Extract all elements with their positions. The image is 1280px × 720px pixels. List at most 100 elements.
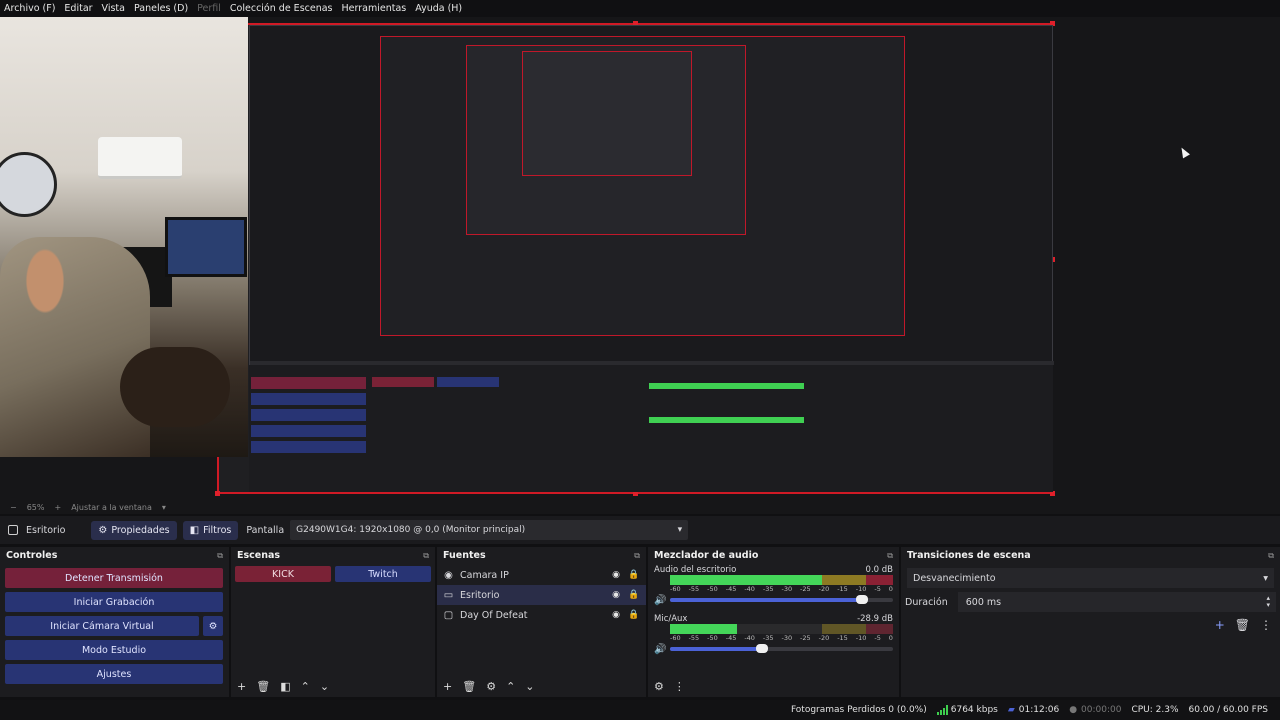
signal-icon — [936, 705, 948, 715]
undock-icon[interactable]: ⧉ — [423, 551, 429, 561]
undock-icon[interactable]: ⧉ — [1268, 551, 1274, 561]
menu-archivo[interactable]: Archivo (F) — [4, 3, 55, 14]
menu-vista[interactable]: Vista — [102, 3, 125, 14]
webcam-feed — [0, 17, 248, 457]
filters-label: Filtros — [203, 524, 232, 536]
settings-button[interactable]: Ajustes — [5, 664, 223, 684]
lock-icon[interactable]: 🔒 — [628, 570, 640, 580]
eye-icon[interactable]: ◉ — [610, 590, 622, 600]
source-row[interactable]: ▢ Day Of Defeat ◉ 🔒 — [437, 605, 646, 625]
scene-filters-icon[interactable]: ◧ — [280, 680, 290, 693]
screen-label: Pantalla — [246, 524, 285, 536]
eye-icon[interactable]: ◉ — [610, 570, 622, 580]
source-toolbar: Esritorio ⚙ Propiedades ◧ Filtros Pantal… — [0, 516, 1280, 544]
mouse-cursor-icon — [1178, 145, 1190, 159]
source-row[interactable]: ▭ Esritorio ◉ 🔒 — [437, 585, 646, 605]
arrow-down-icon[interactable]: ⌄ — [320, 680, 329, 693]
lock-icon[interactable]: 🔒 — [628, 590, 640, 600]
undock-icon[interactable]: ⧉ — [887, 551, 893, 561]
stream-time: ▰ 01:12:06 — [1008, 705, 1059, 715]
cpu-usage: CPU: 2.3% — [1131, 705, 1179, 715]
add-scene-icon[interactable]: + — [237, 680, 246, 693]
volume-meter — [670, 624, 893, 634]
zoom-out-icon[interactable]: − — [10, 503, 17, 512]
nested-preview-inner-3 — [522, 51, 692, 176]
start-recording-button[interactable]: Iniciar Grabación — [5, 592, 223, 612]
add-transition-icon[interactable]: + — [1215, 618, 1225, 632]
controls-title: Controles — [6, 550, 58, 561]
selected-source-frame[interactable] — [215, 21, 1055, 496]
menu-perfil[interactable]: Perfil — [197, 3, 221, 14]
chevron-down-icon: ▾ — [1263, 572, 1268, 584]
bitrate: 6764 kbps — [936, 705, 998, 715]
volume-slider[interactable] — [670, 644, 893, 653]
lock-icon[interactable]: 🔒 — [628, 610, 640, 620]
arrow-up-icon[interactable]: ⌃ — [301, 680, 310, 693]
track-name: Audio del escritorio — [654, 564, 737, 575]
scenes-title: Escenas — [237, 550, 281, 561]
properties-button[interactable]: ⚙ Propiedades — [91, 520, 177, 540]
mixer-title: Mezclador de audio — [654, 550, 759, 561]
fit-to-window[interactable]: Ajustar a la ventana — [71, 503, 152, 512]
virtual-camera-settings-button[interactable]: ⚙ — [203, 616, 223, 636]
menu-paneles[interactable]: Paneles (D) — [134, 3, 188, 14]
source-name: Camara IP — [460, 569, 509, 581]
transition-select-value: Desvanecimiento — [913, 572, 996, 584]
trash-icon[interactable]: 🗑 — [1235, 618, 1250, 632]
menu-herramientas[interactable]: Herramientas — [342, 3, 407, 14]
start-virtual-camera-button[interactable]: Iniciar Cámara Virtual — [5, 616, 199, 636]
camera-icon: ◉ — [444, 569, 453, 581]
bitrate-value: 6764 kbps — [950, 705, 998, 715]
arrow-down-icon[interactable]: ⌄ — [525, 680, 534, 693]
menu-coleccion-escenas[interactable]: Colección de Escenas — [230, 3, 333, 14]
arrow-up-icon[interactable]: ⌃ — [506, 680, 515, 693]
zoom-level[interactable]: 65% — [27, 503, 45, 512]
studio-mode-button[interactable]: Modo Estudio — [5, 640, 223, 660]
volume-slider[interactable] — [670, 595, 893, 604]
chevron-down-icon[interactable]: ▾ — [162, 503, 166, 512]
speaker-icon[interactable]: 🔊 — [654, 644, 666, 655]
monitor-icon: ▭ — [443, 589, 454, 601]
resize-handle[interactable] — [215, 491, 220, 496]
more-options-icon[interactable]: ⋮ — [1260, 618, 1272, 632]
menu-ayuda[interactable]: Ayuda (H) — [415, 3, 462, 14]
transition-select[interactable]: Desvanecimiento ▾ — [907, 568, 1274, 588]
air-conditioner — [98, 137, 182, 179]
spin-arrows-icon[interactable]: ▴ ▾ — [1266, 595, 1270, 609]
scene-twitch[interactable]: Twitch — [335, 566, 431, 582]
nested-preview — [249, 25, 1054, 365]
menu-editar[interactable]: Editar — [64, 3, 92, 14]
source-name: Day Of Defeat — [460, 609, 528, 621]
filters-button[interactable]: ◧ Filtros — [182, 520, 239, 540]
gear-icon: ⚙ — [208, 620, 218, 632]
dog — [120, 347, 230, 427]
source-visibility-checkbox[interactable] — [8, 525, 18, 535]
record-time-value: 00:00:00 — [1081, 705, 1122, 715]
gear-icon[interactable]: ⚙ — [486, 680, 496, 693]
speaker-icon[interactable]: 🔊 — [654, 595, 666, 606]
duration-input[interactable]: 600 ms ▴ ▾ — [957, 592, 1276, 612]
trash-icon[interactable]: 🗑 — [462, 680, 476, 693]
preview-area[interactable] — [0, 17, 1280, 500]
track-db: -28.9 dB — [857, 613, 893, 624]
undock-icon[interactable]: ⧉ — [217, 551, 223, 561]
zoom-in-icon[interactable]: + — [54, 503, 61, 512]
stop-streaming-button[interactable]: Detener Transmisión — [5, 568, 223, 588]
menu-bar: Archivo (F) Editar Vista Paneles (D) Per… — [0, 0, 1280, 17]
mixer-track-desktop: Audio del escritorio 0.0 dB -60 -55 -50 -45… — [648, 564, 899, 607]
streamer — [0, 237, 150, 457]
gear-icon[interactable]: ⚙ — [654, 680, 664, 693]
preview-zoom-bar: − 65% + Ajustar a la ventana ▾ — [0, 500, 1280, 514]
screen-select-value: G2490W1G4: 1920x1080 @ 0,0 (Monitor prin… — [296, 525, 526, 535]
more-options-icon[interactable]: ⋮ — [674, 680, 685, 693]
meter-ticks: -60 -55 -50 -45 -40 -35 -30 -25 -20 -15 -10 -5 0 — [670, 585, 893, 593]
add-source-icon[interactable]: + — [443, 680, 452, 693]
trash-icon[interactable]: 🗑 — [256, 680, 270, 693]
screen-select[interactable]: G2490W1G4: 1920x1080 @ 0,0 (Monitor prin… — [290, 520, 689, 540]
undock-icon[interactable]: ⧉ — [634, 551, 640, 561]
selected-source-name: Esritorio — [26, 524, 66, 536]
scene-kick[interactable]: KICK — [235, 566, 331, 582]
source-row[interactable]: ◉ Camara IP ◉ 🔒 — [437, 565, 646, 585]
eye-icon[interactable]: ◉ — [610, 610, 622, 620]
status-bar: Fotogramas Perdidos 0 (0.0%) 6764 kbps ▰… — [0, 700, 1280, 720]
